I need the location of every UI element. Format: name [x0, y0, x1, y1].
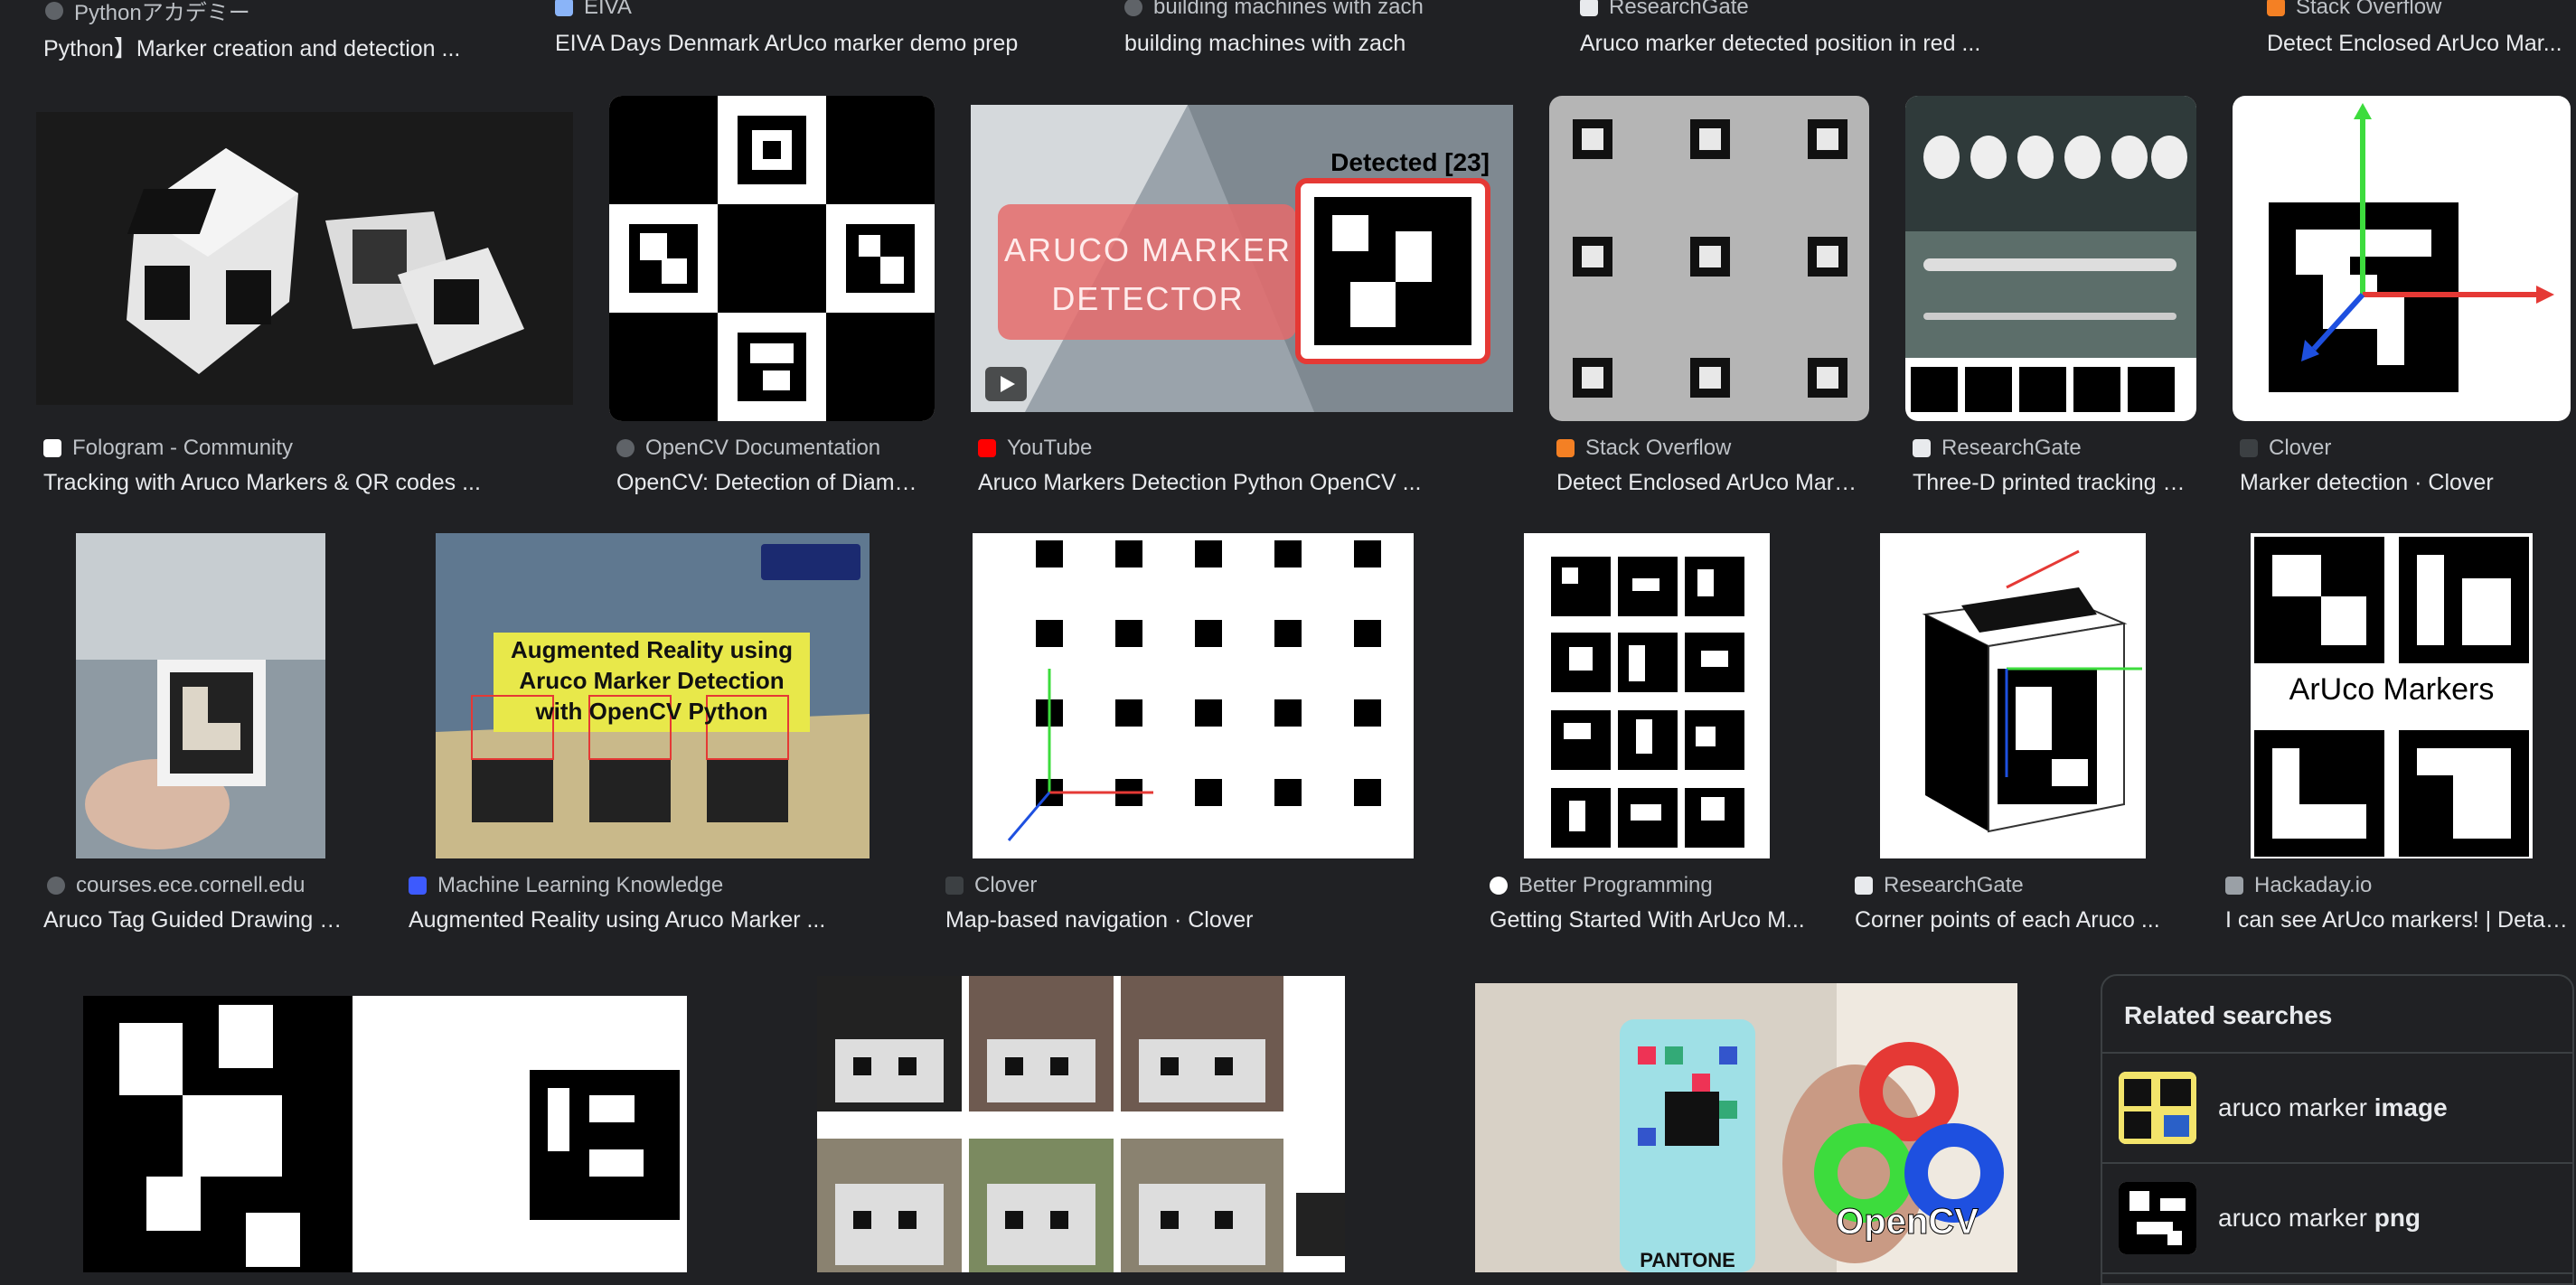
document-icon — [555, 0, 573, 16]
image-result-thumbnail[interactable] — [1524, 533, 1770, 858]
researchgate-icon — [1913, 439, 1931, 457]
related-search-thumbnail — [2119, 1072, 2196, 1144]
image-result-thumbnail[interactable] — [1549, 96, 1869, 421]
result-title[interactable]: Detect Enclosed ArUco Mar... — [2267, 31, 2565, 57]
related-search-item[interactable]: aruco marker image — [2102, 1054, 2572, 1164]
result-source[interactable]: Machine Learning Knowledge — [409, 873, 723, 898]
result-source[interactable]: Hackaday.io — [2225, 873, 2372, 898]
result-title[interactable]: Python】Marker creation and detection ... — [43, 31, 531, 63]
result-source[interactable]: OpenCV Documentation — [616, 436, 880, 461]
pantone-label: PANTONE — [1640, 1249, 1735, 1271]
result-title[interactable]: Aruco marker detected position in red ..… — [1580, 31, 2086, 57]
result-title[interactable]: Aruco Markers Detection Python OpenCV ..… — [978, 470, 1520, 496]
mlk-icon — [409, 877, 427, 895]
image-result-thumbnail[interactable]: OpenCV PANTONE — [1475, 983, 2017, 1272]
result-source[interactable]: Stack Overflow — [2267, 0, 2441, 20]
result-source[interactable]: YouTube — [978, 436, 1092, 461]
image-result-thumbnail[interactable]: Augmented Reality using Aruco Marker Det… — [436, 533, 870, 858]
stackoverflow-icon — [2267, 0, 2285, 16]
result-title[interactable]: Marker detection · Clover — [2240, 470, 2565, 496]
researchgate-icon — [1855, 877, 1873, 895]
video-banner-text: ARUCO MARKER DETECTOR — [1003, 231, 1293, 317]
ar-banner-text: Augmented Reality using Aruco Marker Det… — [510, 636, 794, 725]
hackaday-icon — [2225, 877, 2243, 895]
video-result-thumbnail[interactable]: ARUCO MARKER DETECTOR Detected [23] — [971, 105, 1513, 412]
result-title[interactable]: Detect Enclosed ArUco Mark... — [1556, 470, 1864, 496]
result-title[interactable]: Augmented Reality using Aruco Marker ... — [409, 907, 879, 933]
result-title[interactable]: Three-D printed tracking d... — [1913, 470, 2193, 496]
image-result-thumbnail[interactable] — [973, 533, 1414, 858]
detected-label: Detected [23] — [1330, 148, 1490, 176]
image-result-thumbnail[interactable]: ArUco Markers — [2251, 533, 2533, 858]
researchgate-icon — [1580, 0, 1598, 16]
globe-icon — [47, 877, 65, 895]
image-result-thumbnail[interactable] — [36, 112, 573, 405]
fologram-icon — [43, 439, 61, 457]
clover-icon — [2240, 439, 2258, 457]
image-result-thumbnail[interactable] — [817, 976, 1345, 1272]
youtube-icon — [978, 439, 996, 457]
stackoverflow-icon — [1556, 439, 1575, 457]
image-result-thumbnail[interactable] — [2233, 96, 2571, 421]
result-title[interactable]: EIVA Days Denmark ArUco marker demo prep — [555, 31, 1097, 57]
result-source[interactable]: ResearchGate — [1855, 873, 2024, 898]
result-title[interactable]: Corner points of each Aruco ... — [1855, 907, 2162, 933]
result-source[interactable]: Fologram - Community — [43, 436, 293, 461]
result-title[interactable]: Aruco Tag Guided Drawing Ro... — [43, 907, 356, 933]
globe-icon — [616, 439, 635, 457]
result-source[interactable]: EIVA — [555, 0, 632, 20]
hackaday-label: ArUco Markers — [2289, 672, 2495, 707]
result-source[interactable]: Stack Overflow — [1556, 436, 1731, 461]
related-search-item[interactable]: aruco marker png — [2102, 1164, 2572, 1274]
result-source[interactable]: Better Programming — [1490, 873, 1713, 898]
related-search-thumbnail — [2119, 1182, 2196, 1254]
result-source[interactable]: Clover — [945, 873, 1037, 898]
result-title[interactable]: building machines with zach — [1124, 31, 1576, 57]
related-searches-heading: Related searches — [2102, 976, 2572, 1054]
result-source[interactable]: ResearchGate — [1913, 436, 2082, 461]
image-result-thumbnail[interactable] — [609, 96, 935, 421]
globe-icon — [1124, 0, 1142, 16]
related-searches-panel: Related searches aruco marker image aruc… — [2101, 974, 2574, 1285]
opencv-logo-text: OpenCV — [1836, 1202, 1979, 1243]
result-source[interactable]: courses.ece.cornell.edu — [47, 873, 305, 898]
image-result-thumbnail[interactable] — [76, 533, 325, 858]
result-title[interactable]: Tracking with Aruco Markers & QR codes .… — [43, 470, 577, 496]
image-result-thumbnail[interactable] — [83, 996, 687, 1272]
play-icon — [985, 367, 1027, 401]
result-title[interactable]: Map-based navigation · Clover — [945, 907, 1434, 933]
globe-icon — [45, 1, 63, 20]
result-source[interactable]: Pythonアカデミー — [45, 0, 250, 26]
result-source[interactable]: Clover — [2240, 436, 2331, 461]
result-title[interactable]: I can see ArUco markers! | Detai... — [2225, 907, 2569, 933]
image-result-thumbnail[interactable] — [1905, 96, 2196, 421]
result-source[interactable]: building machines with zach — [1124, 0, 1424, 20]
result-title[interactable]: OpenCV: Detection of Diamo... — [616, 470, 924, 496]
clover-icon — [945, 877, 964, 895]
result-title[interactable]: Getting Started With ArUco M... — [1490, 907, 1806, 933]
result-source[interactable]: ResearchGate — [1580, 0, 1749, 20]
better-programming-icon — [1490, 877, 1508, 895]
image-result-thumbnail[interactable] — [1880, 533, 2146, 858]
